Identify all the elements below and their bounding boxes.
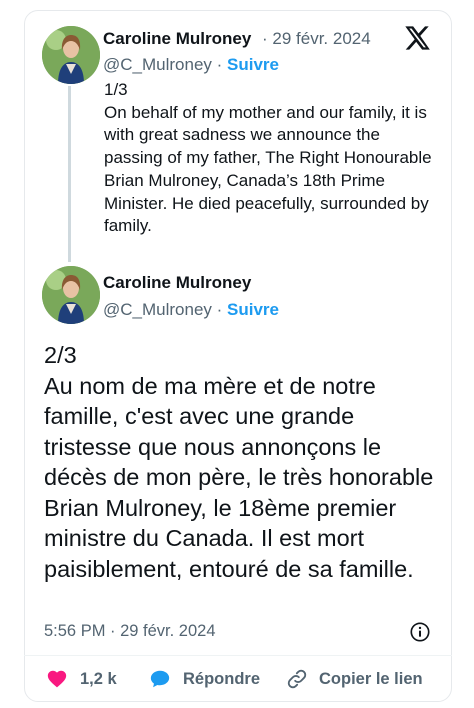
tweet-date[interactable]: · 29 févr. 2024 bbox=[262, 29, 371, 49]
tweet-text: 1/3 On behalf of my mother and our famil… bbox=[104, 80, 432, 236]
divider bbox=[24, 655, 452, 656]
avatar[interactable] bbox=[42, 26, 100, 84]
x-logo-icon[interactable] bbox=[403, 24, 431, 52]
reply-label: Répondre bbox=[183, 669, 261, 688]
follow-button[interactable]: Suivre bbox=[227, 300, 279, 319]
thread-connector bbox=[68, 86, 71, 262]
separator: · bbox=[211, 55, 228, 74]
handle-row: @C_Mulroney · Suivre bbox=[103, 55, 279, 75]
heart-icon bbox=[46, 668, 68, 690]
tweet-timestamp[interactable]: 5:56 PM · 29 févr. 2024 bbox=[44, 622, 216, 641]
copy-link-button[interactable]: Copier le lien bbox=[286, 668, 423, 690]
reply-button[interactable]: Répondre bbox=[149, 668, 260, 690]
author-handle[interactable]: @C_Mulroney bbox=[103, 55, 212, 74]
like-count: 1,2 k bbox=[80, 669, 117, 688]
copy-link-label: Copier le lien bbox=[319, 669, 423, 688]
author-name[interactable]: Caroline Mulroney bbox=[103, 29, 251, 49]
follow-button[interactable]: Suivre bbox=[227, 55, 279, 74]
like-button[interactable]: 1,2 k bbox=[46, 668, 117, 690]
avatar[interactable] bbox=[42, 266, 100, 324]
link-icon bbox=[286, 668, 308, 690]
separator: · bbox=[211, 300, 228, 319]
speech-bubble-icon bbox=[149, 668, 171, 690]
info-icon[interactable] bbox=[409, 621, 431, 643]
tweet-text: 2/3 Au nom de ma mère et de notre famill… bbox=[44, 342, 434, 582]
author-name[interactable]: Caroline Mulroney bbox=[103, 273, 251, 293]
handle-row: @C_Mulroney · Suivre bbox=[103, 300, 279, 320]
author-handle[interactable]: @C_Mulroney bbox=[103, 300, 212, 319]
